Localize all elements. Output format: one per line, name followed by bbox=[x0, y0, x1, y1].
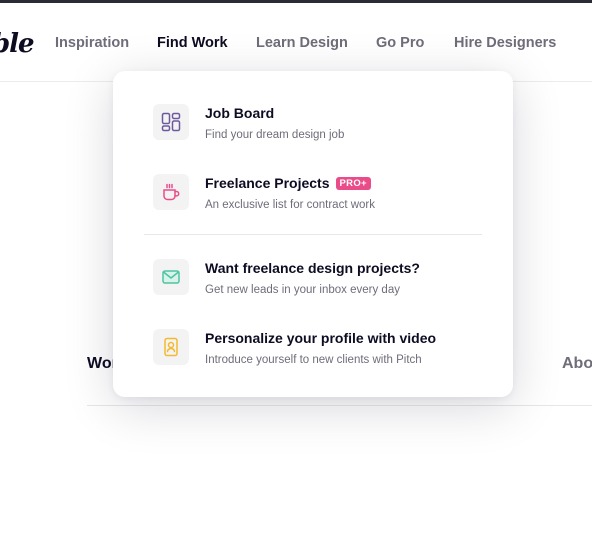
menu-item-title: Freelance Projects PRO+ bbox=[205, 175, 371, 191]
menu-item-freelance-projects[interactable]: Freelance Projects PRO+ An exclusive list… bbox=[153, 174, 473, 218]
menu-item-title-text: Freelance Projects bbox=[205, 175, 330, 191]
nav-find-work[interactable]: Find Work bbox=[157, 35, 228, 51]
find-work-dropdown: Job Board Find your dream design job Fre… bbox=[113, 71, 513, 397]
menu-item-desc: Get new leads in your inbox every day bbox=[205, 284, 400, 296]
nav-learn-design[interactable]: Learn Design bbox=[256, 35, 348, 51]
menu-item-job-board[interactable]: Job Board Find your dream design job bbox=[153, 104, 473, 148]
menu-item-desc: Find your dream design job bbox=[205, 129, 345, 141]
menu-item-title: Personalize your profile with video bbox=[205, 330, 437, 346]
coffee-cup-icon bbox=[153, 174, 189, 210]
pro-plus-badge: PRO+ bbox=[335, 177, 371, 190]
video-profile-icon bbox=[153, 329, 189, 365]
menu-item-freelance-leads[interactable]: Want freelance design projects? Get new … bbox=[153, 259, 473, 303]
menu-item-desc: An exclusive list for contract work bbox=[205, 199, 376, 211]
menu-item-profile-video[interactable]: Personalize your profile with video Intr… bbox=[153, 329, 473, 373]
menu-item-title: Want freelance design projects? bbox=[205, 260, 420, 276]
menu-item-title: Job Board bbox=[205, 105, 275, 121]
nav-hire-designers[interactable]: Hire Designers bbox=[454, 35, 556, 51]
menu-divider bbox=[144, 234, 482, 235]
nav-go-pro[interactable]: Go Pro bbox=[376, 35, 424, 51]
nav-inspiration[interactable]: Inspiration bbox=[55, 35, 129, 51]
job-board-icon bbox=[153, 104, 189, 140]
menu-item-desc: Introduce yourself to new clients with P… bbox=[205, 354, 422, 366]
tab-about[interactable]: Abo bbox=[562, 355, 592, 373]
mail-icon bbox=[153, 259, 189, 295]
logo[interactable]: ble bbox=[0, 29, 35, 59]
